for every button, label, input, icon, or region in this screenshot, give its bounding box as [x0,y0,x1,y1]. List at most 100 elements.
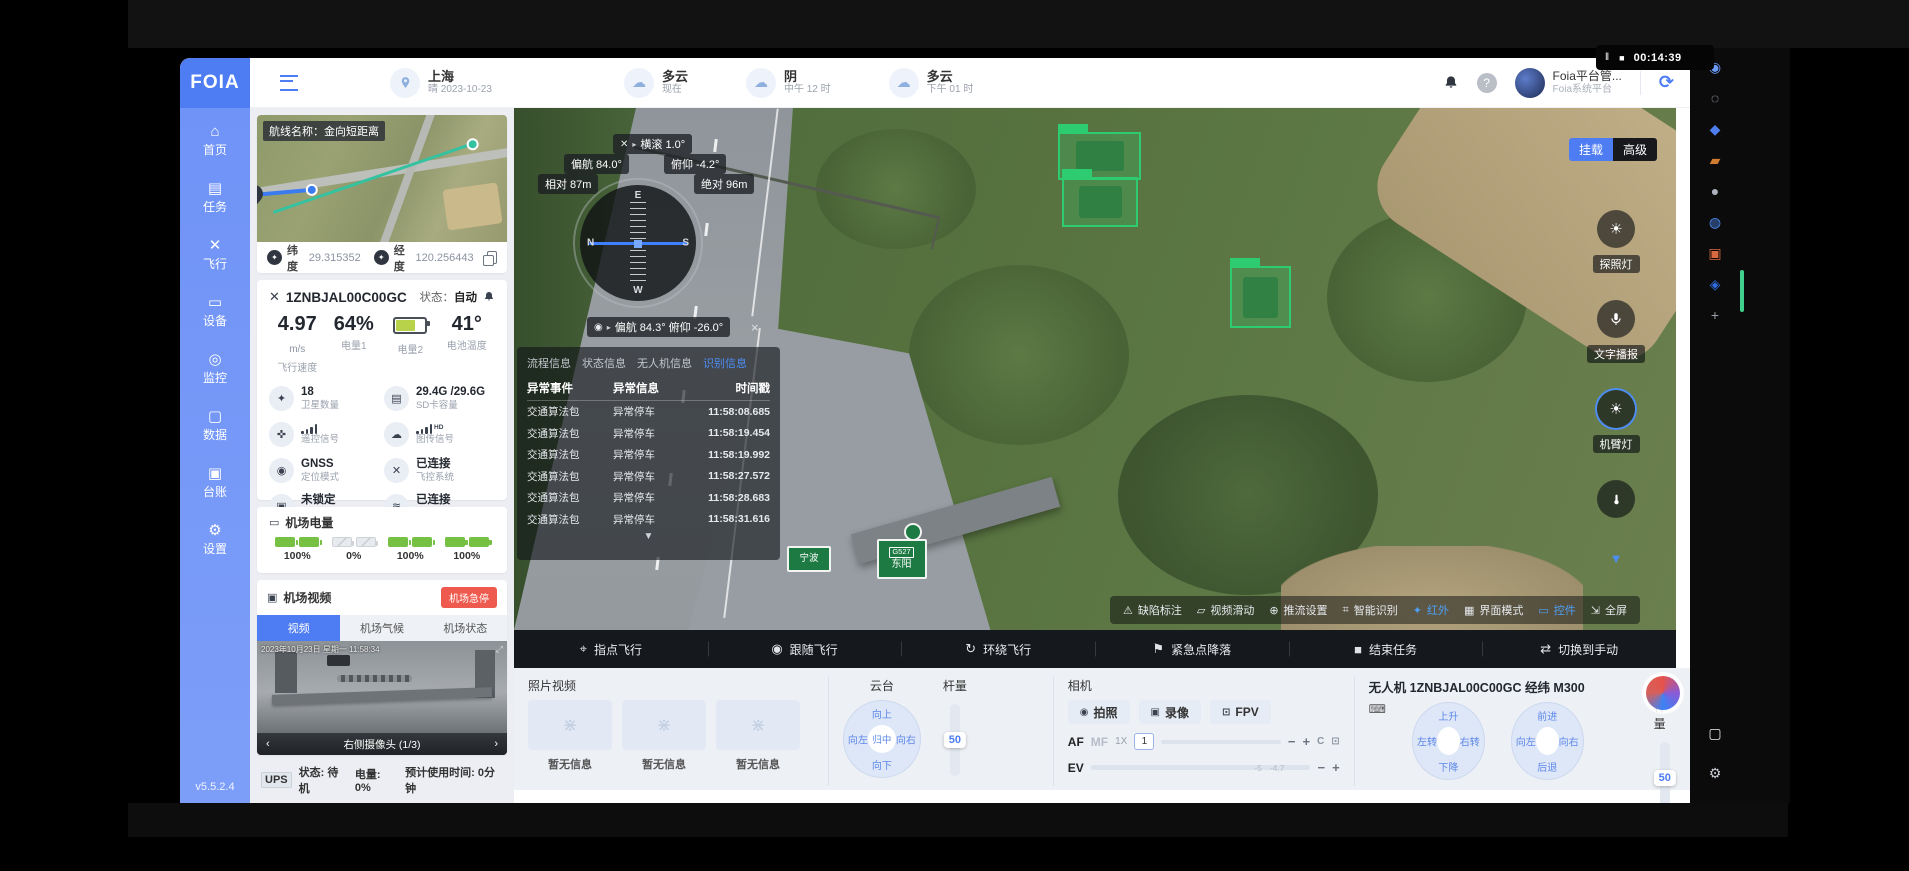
thermometer-button[interactable] [1597,480,1635,518]
waypoint-flight-button[interactable]: ⌖指点飞行 [514,641,708,658]
speaker-button[interactable] [1597,300,1635,338]
toggle-advanced[interactable]: 高级 [1613,138,1657,161]
ev-minus-button[interactable]: − [1317,760,1325,775]
ev-slider[interactable]: -5 -4.7 [1091,765,1311,770]
end-mission-button[interactable]: ■结束任务 [1289,641,1483,658]
drone-direction-dpad[interactable]: 前进 向左 向右 后退 [1511,702,1584,780]
route-map-card[interactable]: 航线名称：金向短距离 ✦ 纬度 29.315352 ✦ 经度 120.25644… [257,115,507,273]
infrared-button[interactable]: ✦红外 [1413,602,1449,618]
alert-row[interactable]: 交通算法包异常停车11:58:19.992 [527,444,770,466]
alert-row[interactable]: 交通算法包异常停车11:58:28.683 [527,487,770,509]
drone-altitude-dpad[interactable]: 上升 左转 右转 下降 [1412,702,1485,780]
ai-recognition-button[interactable]: ⌗智能识别 [1343,602,1398,618]
zoom-slider[interactable] [1161,740,1281,744]
ev-plus-button[interactable]: + [1332,760,1340,775]
defect-annotation-button[interactable]: ⚠缺陷标注 [1123,602,1182,618]
tab-drone-info[interactable]: 无人机信息 [637,355,692,371]
drone-video-feed[interactable]: 宁波 G527 东阳 ✕ ▸ 横滚 1.0° [514,108,1676,630]
sidebar-item-monitor[interactable]: ◎ 监控 [203,352,227,386]
sidebar-item-ledger[interactable]: ▣ 台账 [203,466,227,500]
camera-next-arrow[interactable]: › [494,738,498,750]
floating-extension-icon[interactable] [1646,676,1680,710]
alert-row[interactable]: 交通算法包异常停车11:58:27.572 [527,466,770,488]
edge-camera-icon[interactable]: ▣ [1708,246,1721,260]
sidebar-item-home[interactable]: ⌂ 首页 [203,124,227,158]
media-slot[interactable]: ⋇ 暂无信息 [622,700,706,772]
sidebar-item-devices[interactable]: ▭ 设备 [203,295,227,329]
video-drag-button[interactable]: ▱视频滑动 [1197,602,1254,618]
switch-manual-button[interactable]: ⇄切换到手动 [1482,641,1676,658]
af-toggle[interactable]: AF [1068,735,1084,749]
follow-flight-button[interactable]: ◉跟随飞行 [708,641,902,658]
copy-icon[interactable] [487,251,497,264]
tab-dock-weather[interactable]: 机场气候 [340,615,423,641]
edge-browser-icon[interactable]: ◍ [1709,215,1721,229]
recorder-pause-icon[interactable]: ‖ [1605,52,1610,63]
fullscreen-button[interactable]: ⇲全屏 [1591,602,1627,618]
tab-dock-video[interactable]: 视频 [257,615,340,641]
media-slot[interactable]: ⋇ 暂无信息 [716,700,800,772]
media-slot[interactable]: ⋇ 暂无信息 [528,700,612,772]
edge-contacts-icon[interactable]: ● [1711,184,1719,198]
camera-prev-arrow[interactable]: ‹ [266,738,270,750]
alert-row[interactable]: 交通算法包异常停车11:58:19.454 [527,423,770,445]
edge-bookmark-icon[interactable]: ◈ [1710,277,1721,291]
scrollbar-gutter[interactable] [1676,108,1690,668]
expand-icon[interactable]: ⤢ [496,644,503,655]
fpv-button[interactable]: ⊡FPV [1210,700,1271,724]
widgets-button[interactable]: ▭控件 [1538,602,1575,618]
account-widget[interactable]: Foia平台管... Foia系统平台 [1515,68,1622,98]
edge-add-icon[interactable]: + [1711,308,1719,322]
take-photo-button[interactable]: ◉拍照 [1068,700,1130,724]
sidebar-item-tasks[interactable]: ▤ 任务 [203,181,227,215]
sidebar-item-settings[interactable]: ⚙ 设置 [203,523,227,557]
zoom-minus-button[interactable]: − [1288,734,1296,749]
emergency-landing-button[interactable]: ⚑紧急点降落 [1095,641,1289,658]
keyboard-icon[interactable]: ⌨ [1369,702,1386,716]
zoom-reset-icon[interactable]: ⊡ [1331,736,1339,747]
alert-row[interactable]: 交通算法包异常停车11:58:08.685 [527,401,770,423]
location-widget[interactable]: 上海 晴 2023-10-23 [390,68,492,98]
route-minimap[interactable]: 航线名称：金向短距离 [257,115,507,242]
orbit-flight-button[interactable]: ↻环绕飞行 [901,641,1095,658]
help-icon[interactable]: ? [1477,73,1497,93]
record-video-button[interactable]: ▣录像 [1139,700,1201,724]
recorder-stop-icon[interactable]: ■ [1619,53,1624,63]
edge-search-icon[interactable]: ◌ [1711,91,1719,105]
dock-camera-view[interactable]: 2023年10月23日 星期一 11:58:34 ⤢ ‹ 右侧摄像头 (1/3)… [257,641,507,755]
camera-zoom-input[interactable] [1134,733,1154,750]
drone-stick-slider[interactable]: 50 [1660,742,1670,803]
dock-emergency-stop-button[interactable]: 机场急停 [441,587,497,608]
alert-expand-arrow[interactable]: ▼ [527,531,770,542]
edge-settings-icon[interactable]: ⚙ [1709,766,1722,780]
tab-status-info[interactable]: 状态信息 [582,355,626,371]
ui-mode-button[interactable]: ▦界面模式 [1464,602,1523,618]
searchlight-button[interactable]: ☀ [1597,210,1635,248]
mf-toggle[interactable]: MF [1091,735,1108,749]
zoom-c-button[interactable]: C [1317,736,1324,747]
edge-toolbox-icon[interactable]: ▰ [1710,153,1721,167]
notification-bell-icon[interactable] [1443,75,1459,91]
alarm-bell-icon[interactable] [483,291,495,303]
refresh-icon[interactable]: ⟳ [1659,72,1674,93]
sidebar-item-data[interactable]: ▢ 数据 [203,409,227,443]
sidebar-item-flight[interactable]: ✕ 飞行 [203,238,227,272]
app-logo[interactable]: FOIA [180,58,250,108]
scroll-indicator[interactable] [1740,270,1744,312]
gimbal-center-button[interactable]: 归中 [868,725,896,753]
arm-light-button[interactable]: ☀ [1597,390,1635,428]
hud-close-icon[interactable]: × [751,320,759,335]
collapse-arrow-icon[interactable]: ▼ [1610,551,1623,566]
gimbal-dpad[interactable]: 向上 向左 归中 向右 向下 [843,700,921,778]
edge-capture-icon[interactable]: ▢ [1708,726,1721,740]
tab-process-info[interactable]: 流程信息 [527,355,571,371]
edge-tag-icon[interactable]: ◆ [1710,122,1721,136]
gimbal-stick-slider[interactable]: 50 [950,704,960,776]
menu-icon[interactable] [280,75,298,91]
tab-dock-status[interactable]: 机场状态 [424,615,507,641]
zoom-plus-button[interactable]: + [1302,734,1310,749]
alert-row[interactable]: 交通算法包异常停车11:58:31.616 [527,509,770,531]
tab-recognition-info[interactable]: 识别信息 [703,355,747,371]
toggle-mount[interactable]: 挂载 [1569,138,1613,161]
stream-settings-button[interactable]: ⊕推流设置 [1269,602,1327,618]
